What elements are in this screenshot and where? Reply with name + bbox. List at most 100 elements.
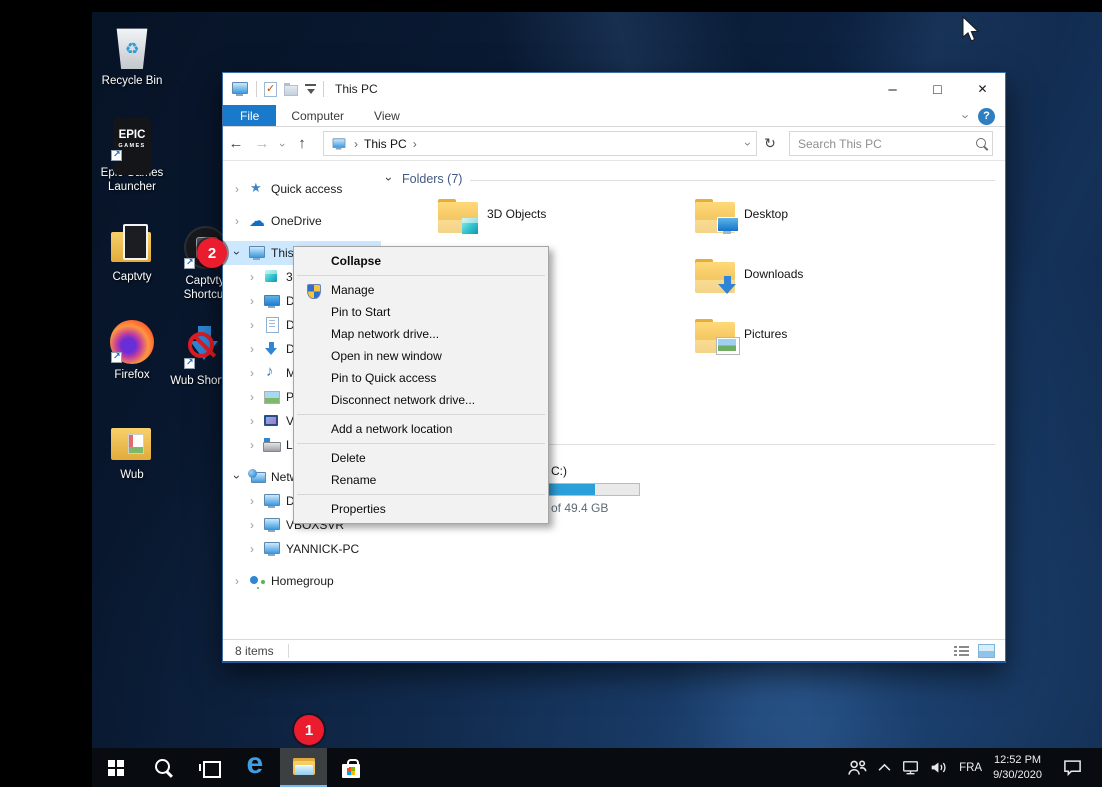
back-button[interactable] <box>223 135 249 152</box>
taskbar-button-start[interactable] <box>92 748 139 787</box>
address-dropdown-icon[interactable] <box>746 137 750 151</box>
new-folder-icon[interactable] <box>284 85 298 96</box>
menu-item-icon <box>304 305 322 321</box>
taskbar-button-icon <box>244 755 270 781</box>
desktop-icon-epic-games-launcher[interactable]: Epic Games Launcher <box>94 116 170 194</box>
taskbar-button-icon <box>338 755 364 781</box>
refresh-icon[interactable] <box>757 135 783 152</box>
context-menu-item-pin-to-quick-access[interactable]: Pin to Quick access <box>295 367 547 389</box>
desktop-icon-wub[interactable]: Wub <box>94 418 170 483</box>
desktop-icon-label: Firefox <box>114 369 149 383</box>
up-button[interactable] <box>289 135 315 152</box>
search-icon[interactable] <box>974 136 992 152</box>
breadcrumb-separator-icon <box>413 137 417 151</box>
menu-item-label: Rename <box>331 473 376 487</box>
taskbar-button-file-explorer[interactable] <box>280 748 327 787</box>
screen: Recycle Bin Epic Games Launcher Captvty <box>0 0 1102 787</box>
folder-tile-pictures[interactable]: Pictures <box>695 317 947 369</box>
context-menu-item-disconnect-network-drive[interactable]: Disconnect network drive... <box>295 389 547 411</box>
minimize-button[interactable] <box>870 73 915 105</box>
ribbon-tabs: File Computer View <box>223 105 1005 127</box>
hidden-icons-chevron-icon[interactable] <box>878 763 891 772</box>
desktop-icon-firefox[interactable]: Firefox <box>94 318 170 383</box>
expander-icon[interactable] <box>250 519 263 531</box>
network-icon[interactable] <box>902 760 919 775</box>
minimize-ribbon-icon[interactable] <box>964 109 968 124</box>
ribbon-tab-computer[interactable]: Computer <box>276 105 359 126</box>
menu-item-label: Map network drive... <box>331 327 439 341</box>
toolbar-separator <box>256 81 257 97</box>
expander-icon[interactable] <box>250 271 263 283</box>
folder-tile-3d-objects[interactable]: 3D Objects <box>438 197 690 249</box>
taskbar-button-search[interactable] <box>139 748 186 787</box>
action-center-icon[interactable] <box>1063 759 1082 776</box>
context-menu-item[interactable] <box>297 443 545 444</box>
window-icon <box>231 81 249 97</box>
drive-label[interactable]: C:) <box>551 464 567 478</box>
properties-icon[interactable] <box>264 82 277 97</box>
breadcrumb[interactable]: This PC <box>364 137 407 151</box>
folder-tile-desktop[interactable]: Desktop <box>695 197 947 249</box>
taskbar-button-store[interactable] <box>327 748 374 787</box>
expander-icon[interactable] <box>235 215 248 227</box>
context-menu-item-delete[interactable]: Delete <box>295 447 547 469</box>
item-icon <box>263 517 281 533</box>
address-bar[interactable]: This PC <box>323 131 757 156</box>
context-menu-item-pin-to-start[interactable]: Pin to Start <box>295 301 547 323</box>
maximize-button[interactable] <box>915 73 960 105</box>
context-menu-item-add-a-network-location[interactable]: Add a network location <box>295 418 547 440</box>
context-menu-item[interactable] <box>297 494 545 495</box>
recent-locations-icon[interactable] <box>275 135 289 152</box>
context-menu-item-collapse[interactable]: Collapse <box>295 250 547 272</box>
expander-icon[interactable] <box>250 319 263 331</box>
menu-item-label: Pin to Start <box>331 305 390 319</box>
item-icon <box>263 269 281 285</box>
expander-icon[interactable] <box>250 495 263 507</box>
ribbon-tab-view[interactable]: View <box>359 105 415 126</box>
folder-tile-downloads[interactable]: Downloads <box>695 257 947 309</box>
sidebar-item-yannick-pc[interactable]: YANNICK-PC <box>223 537 381 561</box>
desktop-icon-image <box>108 318 156 366</box>
collapse-group-icon[interactable] <box>387 173 399 185</box>
help-icon[interactable] <box>978 108 995 125</box>
context-menu-item-properties[interactable]: Properties <box>295 498 547 520</box>
ribbon-tab-file[interactable]: File <box>223 105 276 126</box>
context-menu-item-map-network-drive[interactable]: Map network drive... <box>295 323 547 345</box>
expander-icon[interactable] <box>235 183 248 195</box>
expander-icon[interactable] <box>250 391 263 403</box>
desktop-icon-captvty[interactable]: Captvty <box>94 220 170 285</box>
volume-icon[interactable] <box>930 760 948 775</box>
taskbar-button-task-view[interactable] <box>186 748 233 787</box>
forward-button[interactable] <box>249 135 275 152</box>
desktop-icon-recycle-bin[interactable]: Recycle Bin <box>94 24 170 89</box>
context-menu-item-rename[interactable]: Rename <box>295 469 547 491</box>
large-icons-view-icon[interactable] <box>978 644 995 658</box>
details-view-icon[interactable] <box>954 645 969 657</box>
context-menu-item[interactable] <box>297 414 545 415</box>
context-menu-item[interactable] <box>297 275 545 276</box>
item-icon <box>263 413 281 429</box>
context-menu-item-open-in-new-window[interactable]: Open in new window <box>295 345 547 367</box>
expander-icon[interactable] <box>235 471 248 483</box>
expander-icon[interactable] <box>250 295 263 307</box>
expander-icon[interactable] <box>250 439 263 451</box>
customize-toolbar-icon[interactable] <box>305 84 316 96</box>
expander-icon[interactable] <box>235 247 248 259</box>
sidebar-item-homegroup[interactable]: Homegroup <box>223 569 381 593</box>
expander-icon[interactable] <box>250 543 263 555</box>
language-indicator[interactable]: FRA <box>959 762 982 774</box>
search-input[interactable] <box>790 137 974 151</box>
taskbar-button-edge[interactable] <box>233 748 280 787</box>
expander-icon[interactable] <box>250 343 263 355</box>
title-bar[interactable]: This PC <box>223 73 1005 105</box>
close-button[interactable] <box>960 73 1005 105</box>
expander-icon[interactable] <box>235 575 248 587</box>
sidebar-item-onedrive[interactable]: OneDrive <box>223 209 381 233</box>
clock[interactable]: 12:52 PM 9/30/2020 <box>993 753 1042 782</box>
expander-icon[interactable] <box>250 367 263 379</box>
context-menu-item-manage[interactable]: Manage <box>295 279 547 301</box>
expander-icon[interactable] <box>250 415 263 427</box>
people-icon[interactable] <box>847 759 867 776</box>
sidebar-item-quick-access[interactable]: Quick access <box>223 177 381 201</box>
folders-group-header[interactable]: Folders (7) <box>387 169 995 189</box>
